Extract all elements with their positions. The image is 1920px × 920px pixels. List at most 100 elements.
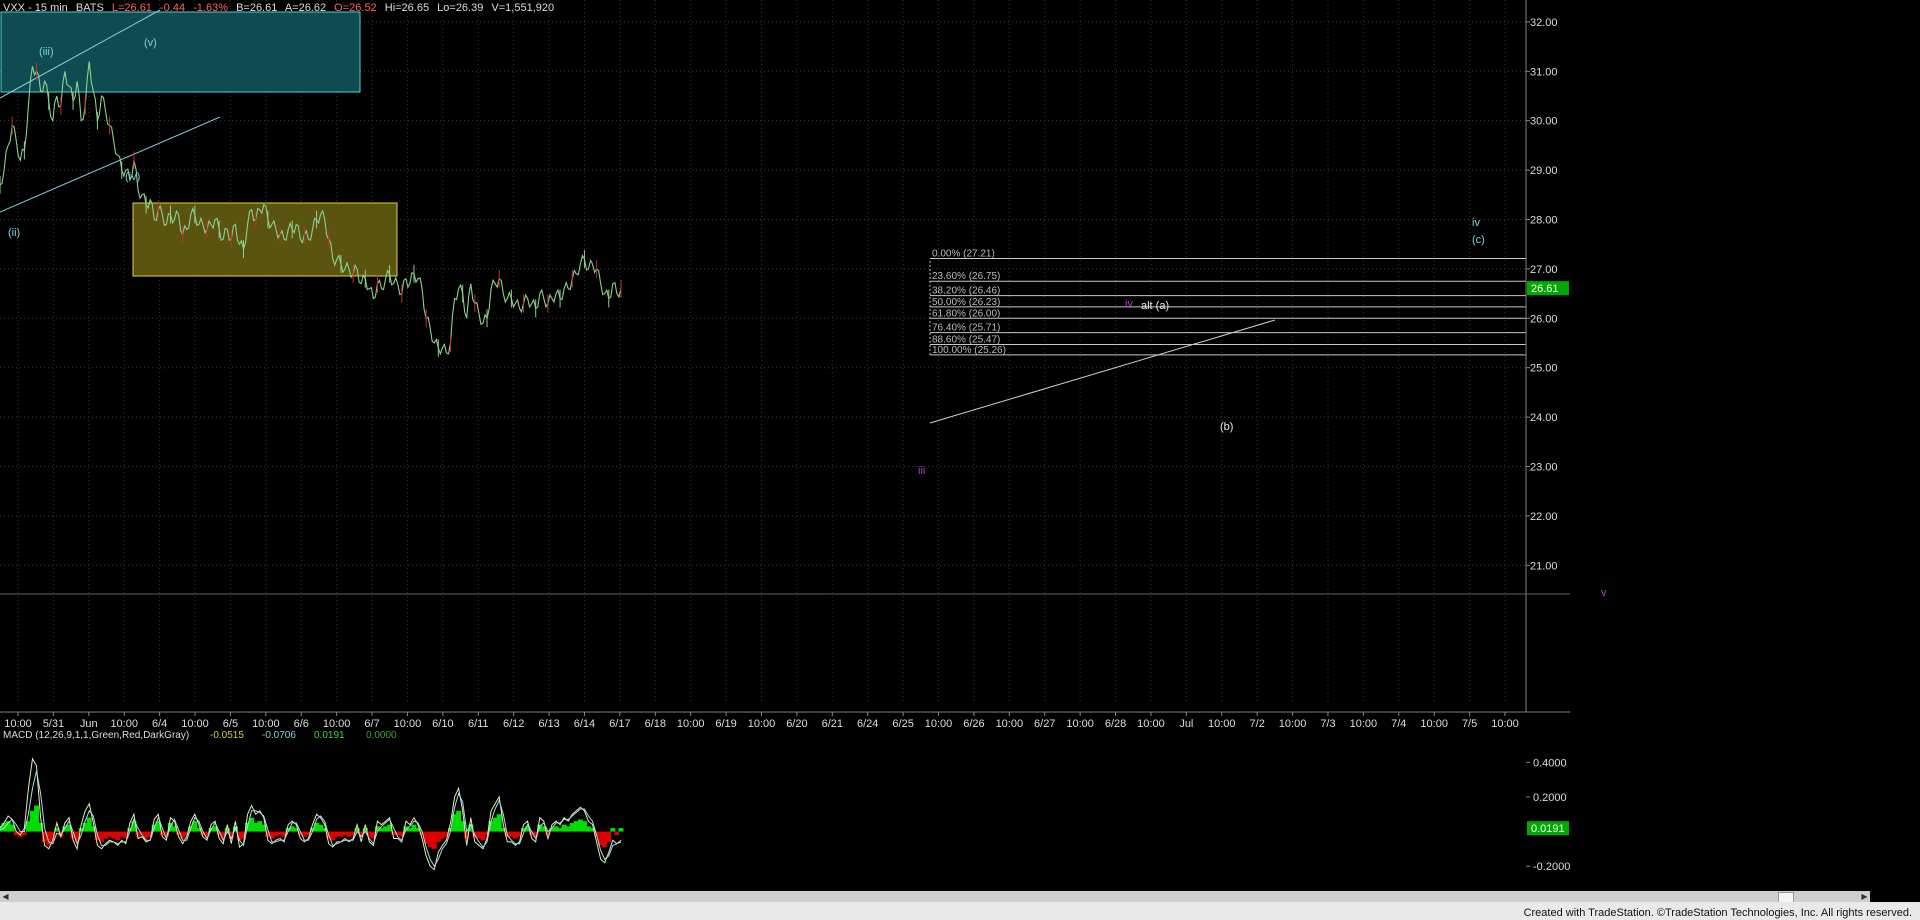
- macd-value-label: -0.0515: [210, 730, 244, 741]
- y-tick-label: 21.00: [1530, 560, 1558, 572]
- x-tick-label: 6/6: [294, 718, 309, 730]
- x-tick-label: 10:00: [1208, 718, 1236, 730]
- fib-level-label: 61.80% (26.00): [932, 308, 1000, 319]
- fib-levels: 0.00% (27.21) 23.60% (26.75) 38.20% (26.46…: [929, 249, 1526, 356]
- x-tick-label: 6/19: [715, 718, 736, 730]
- y-tick-label: 24.00: [1530, 412, 1558, 424]
- y-tick-label: 22.00: [1530, 511, 1558, 523]
- x-tick-label: 10:00: [677, 718, 705, 730]
- x-tick-label: 6/20: [786, 718, 807, 730]
- fib-level-label: 38.20% (26.46): [932, 286, 1000, 297]
- x-tick-label: 6/21: [822, 718, 843, 730]
- grid-lines: [0, 0, 1526, 702]
- x-tick-label: 6/26: [963, 718, 984, 730]
- chart-header: VXX - 15 min BATS L=26.61 -0.44 -1.63% B…: [3, 2, 559, 14]
- x-tick-label: 6/25: [892, 718, 913, 730]
- fib-level-label: 100.00% (25.26): [932, 345, 1006, 356]
- x-tick-label: Jun: [80, 718, 98, 730]
- x-tick-label: 10:00: [748, 718, 776, 730]
- macd-value-label: 0.0191: [314, 730, 345, 741]
- macd-value-label: -0.0706: [262, 730, 296, 741]
- fib-level-label: 88.60% (25.47): [932, 334, 1000, 345]
- exchange-label: BATS: [75, 2, 104, 14]
- wave-label: (c): [1472, 234, 1485, 246]
- symbol-label: VXX - 15 min: [3, 2, 68, 14]
- volume-label: V=1,551,920: [491, 2, 555, 14]
- macd-last-tag-label: 0.0191: [1531, 823, 1565, 835]
- x-tick-label: 10:00: [1350, 718, 1378, 730]
- scroll-left-icon[interactable]: ◀: [0, 891, 11, 902]
- chart-canvas: 0.00% (27.21) 23.60% (26.75) 38.20% (26.46…: [0, 0, 1607, 873]
- x-tick-label: 6/17: [609, 718, 630, 730]
- wave-label: iii: [918, 465, 925, 477]
- x-tick-label: 6/27: [1034, 718, 1055, 730]
- x-tick-label: 6/11: [468, 718, 489, 730]
- x-tick-label: 10:00: [1137, 718, 1165, 730]
- y-tick-label: 30.00: [1530, 116, 1558, 128]
- wave-box-yellow: [132, 202, 398, 277]
- last-price-tag-label: 26.61: [1531, 283, 1559, 295]
- x-tick-label: 6/12: [503, 718, 524, 730]
- fib-level-label: 76.40% (25.71): [932, 323, 1000, 334]
- x-tick-label: 6/18: [645, 718, 666, 730]
- x-tick-label: 7/2: [1250, 718, 1265, 730]
- macd-histogram-bar: [614, 831, 620, 835]
- macd-histogram-bar: [618, 828, 624, 832]
- x-tick-label: 5/31: [43, 718, 64, 730]
- x-tick-label: 7/5: [1462, 718, 1477, 730]
- fib-level-label: 23.60% (26.75): [932, 271, 1000, 282]
- macd-panel: MACD (12,26,9,1,1,Green,Red,DarkGray) -0.…: [0, 730, 1570, 873]
- scroll-right-icon[interactable]: ▶: [1859, 891, 1870, 902]
- y-tick-label: 26.00: [1530, 313, 1558, 325]
- wave-label: alt (a): [1141, 300, 1169, 312]
- horizontal-scrollbar[interactable]: ◀ ▶: [0, 891, 1870, 903]
- x-tick-label: 10:00: [1066, 718, 1094, 730]
- x-tick-label: 6/7: [364, 718, 379, 730]
- x-tick-label: Jul: [1179, 718, 1193, 730]
- y-tick-label: 23.00: [1530, 461, 1558, 473]
- x-tick-label: 6/5: [223, 718, 238, 730]
- wave-box-cyan: [0, 11, 361, 93]
- x-tick-label: 10:00: [394, 718, 422, 730]
- macd-title: MACD (12,26,9,1,1,Green,Red,DarkGray): [3, 730, 189, 741]
- x-tick-label: 6/28: [1105, 718, 1126, 730]
- macd-histogram-bar: [610, 828, 616, 832]
- x-tick-label: 10:00: [252, 718, 280, 730]
- x-tick-label: 6/14: [574, 718, 595, 730]
- wave-label: iv: [1125, 298, 1133, 310]
- x-tick-label: 10:00: [1420, 718, 1448, 730]
- y-tick-label: 32.00: [1530, 17, 1558, 29]
- macd-line: [0, 757, 622, 871]
- wave-label: (v): [144, 37, 157, 49]
- y-tick-label: 31.00: [1530, 66, 1558, 78]
- x-tick-label: 10:00: [1279, 718, 1307, 730]
- x-tick-label: 6/13: [538, 718, 559, 730]
- macd-signal-line: [0, 770, 622, 868]
- macd-value-label: 0.0000: [366, 730, 397, 741]
- macd-y-tick-label: 0.2000: [1533, 792, 1567, 804]
- x-tick-label: 7/4: [1391, 718, 1406, 730]
- y-tick-label: 29.00: [1530, 165, 1558, 177]
- y-tick-label: 27.00: [1530, 264, 1558, 276]
- x-tick-label: 10:00: [1491, 718, 1519, 730]
- wave-label: iv: [1472, 217, 1480, 229]
- wave-label: (iv): [125, 171, 140, 183]
- bid-label: B=26.61: [236, 2, 278, 14]
- x-tick-label: 6/10: [432, 718, 453, 730]
- wave-label: (iii): [39, 46, 54, 58]
- macd-histogram-bar: [606, 831, 612, 842]
- axes: 32.00 31.00 30.00 29.00 28.00 27.00 26.00 25.00…: [0, 0, 1570, 730]
- fib-level-label: 50.00% (26.23): [932, 297, 1000, 308]
- macd-y-tick-label: -0.2000: [1533, 861, 1570, 873]
- x-tick-label: 10:00: [4, 718, 32, 730]
- wave-boxes: [0, 9, 1276, 424]
- x-tick-label: 10:00: [996, 718, 1024, 730]
- open-label: O=26.52: [334, 2, 377, 14]
- last-price-label: L=26.61: [111, 2, 152, 14]
- x-tick-label: 10:00: [925, 718, 953, 730]
- x-tick-label: 10:00: [181, 718, 209, 730]
- x-tick-label: 7/3: [1320, 718, 1335, 730]
- wave-label: v: [1601, 587, 1607, 599]
- y-tick-label: 28.00: [1530, 214, 1558, 226]
- ask-label: A=26.62: [284, 2, 327, 14]
